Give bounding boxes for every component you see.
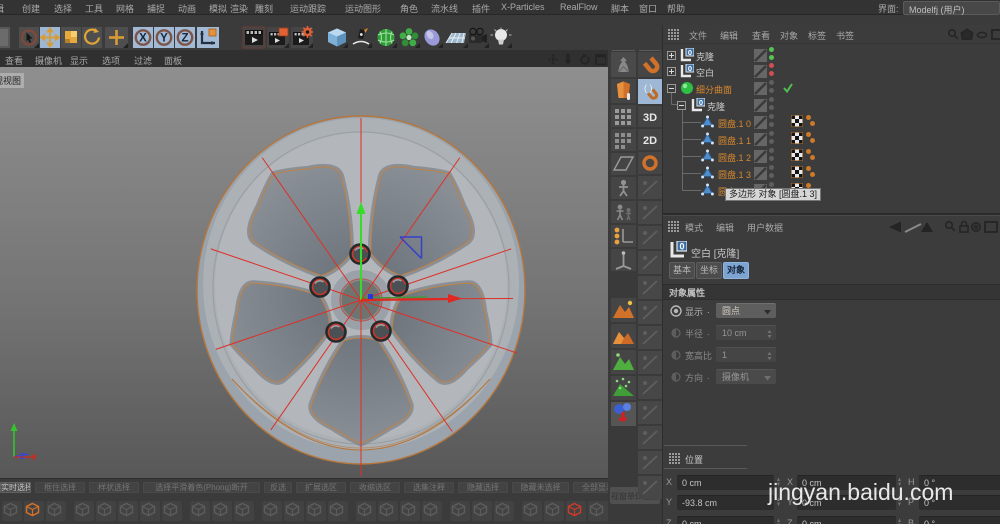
svg-text:0: 0 xyxy=(699,98,703,107)
svg-text:( ): ( ) xyxy=(644,83,653,93)
svg-text:3D: 3D xyxy=(643,112,657,124)
svg-text:2D: 2D xyxy=(643,135,657,147)
svg-text:0: 0 xyxy=(688,64,692,73)
svg-text:X: X xyxy=(139,33,147,45)
svg-text:Y: Y xyxy=(160,33,168,45)
svg-text:Z: Z xyxy=(20,452,25,461)
svg-text:0: 0 xyxy=(688,48,692,57)
svg-text:Z: Z xyxy=(181,33,188,45)
svg-text:0: 0 xyxy=(679,242,684,252)
svg-text:X: X xyxy=(31,453,37,462)
